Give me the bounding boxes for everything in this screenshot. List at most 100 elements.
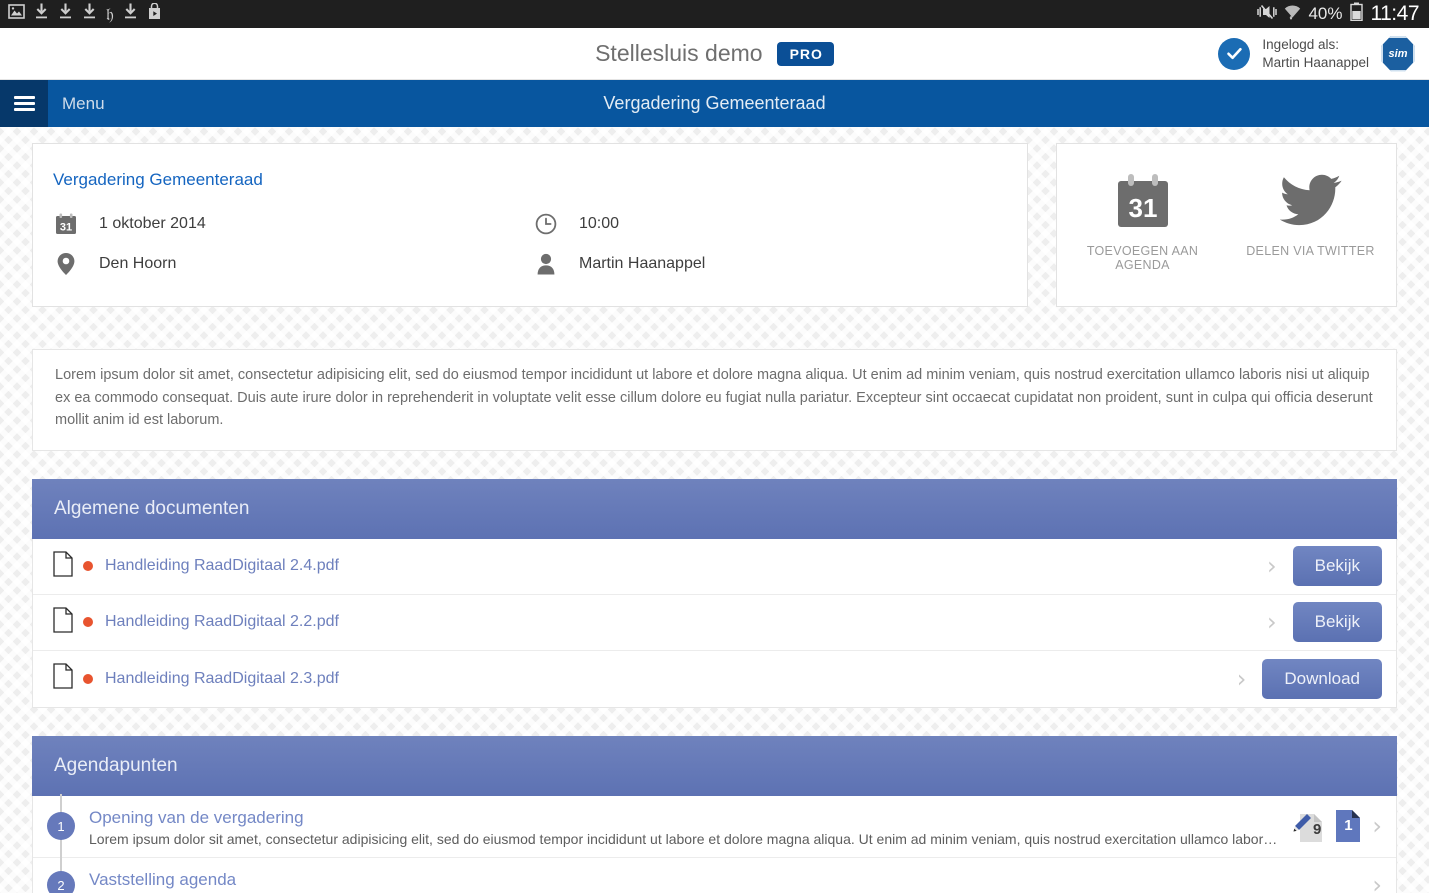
document-row-actions: › Download [1237,658,1382,699]
meeting-time-row: 10:00 [533,204,1013,244]
hamburger-menu-button[interactable] [0,80,48,127]
documents-badge[interactable]: 1 [1332,808,1364,844]
meeting-date-row: 31 1 oktober 2014 [53,204,533,244]
agenda-item-content: Vaststelling agenda [89,868,1366,893]
status-badge [83,673,93,684]
document-row[interactable]: Handleiding RaadDigitaal 2.2.pdf › Bekij… [33,595,1396,651]
twitter-bird-icon [1236,170,1386,232]
agenda-panel: Agendapunten 1 Opening van de vergaderin… [32,735,1397,893]
add-to-agenda-button[interactable]: 31 TOEVOEGEN AAN AGENDA [1068,170,1218,272]
clock-icon [533,213,559,235]
meeting-date-value: 1 oktober 2014 [99,215,206,232]
meeting-details-grid: 31 1 oktober 2014 Den Hoorn 10:00 Martin… [53,204,1027,284]
chevron-right-icon[interactable]: › [1372,873,1382,893]
svg-text:31: 31 [1128,193,1157,223]
status-bar-clock: 11:47 [1370,2,1420,25]
agenda-item-number: 2 [47,871,75,893]
play-store-icon [147,2,162,25]
meeting-location-value: Den Hoorn [99,255,177,272]
login-username: Martin Haanappel [1262,54,1369,70]
status-badge [83,617,93,628]
agenda-item-badges: › [1372,873,1382,893]
vibrate-mute-icon [1257,4,1278,25]
battery-icon [1349,2,1363,26]
status-bar-left-icons: 𝔥 [8,2,162,25]
page-body: Vergadering Gemeenteraad 31 1 oktober 20… [0,127,1429,893]
document-name-link[interactable]: Handleiding RaadDigitaal 2.2.pdf [105,613,339,631]
agenda-timeline-rail: 2 [33,855,89,893]
agenda-item-row[interactable]: 2 Vaststelling agenda › [33,855,1396,893]
meeting-time-value: 10:00 [579,215,620,232]
nav-page-title: Vergadering Gemeenteraad [603,93,826,113]
hamburger-menu-icon [13,93,35,114]
file-document-icon [53,607,83,638]
brand-bar: Stellesluis demo PRO Ingelogd als: Marti… [0,28,1429,80]
brand-center: Stellesluis demo PRO [595,40,834,67]
agenda-item-content: Opening van de vergadering Lorem ipsum d… [89,806,1286,847]
agenda-item-title-link[interactable]: Opening van de vergadering [89,808,1286,828]
agenda-item-number: 1 [47,812,75,841]
document-row[interactable]: Handleiding RaadDigitaal 2.4.pdf › Bekij… [33,539,1396,595]
nytimes-icon: 𝔥 [106,4,114,24]
calendar-31-icon: 31 [53,213,79,235]
location-pin-icon [53,252,79,276]
status-bar-right: 40% 11:47 [1257,2,1419,26]
meeting-details-col-left: 31 1 oktober 2014 Den Hoorn [53,204,533,284]
documents-panel-body: Handleiding RaadDigitaal 2.4.pdf › Bekij… [32,538,1397,708]
agenda-item-title-link[interactable]: Vaststelling agenda [89,870,1366,890]
share-on-twitter-label: DELEN VIA TWITTER [1246,244,1375,258]
agenda-panel-heading: Agendapunten [32,735,1397,796]
description-text: Lorem ipsum dolor sit amet, consectetur … [55,367,1373,429]
document-row[interactable]: Handleiding RaadDigitaal 2.3.pdf › Downl… [33,651,1396,707]
documents-count: 1 [1344,817,1353,835]
status-badge [83,561,93,572]
account-area[interactable]: Ingelogd als: Martin Haanappel sim [1218,28,1415,79]
sim-logo-text: sim [1388,47,1408,60]
download-icon [82,3,97,25]
agenda-item-description: Lorem ipsum dolor sit amet, consectetur … [89,830,1279,847]
document-action-button[interactable]: Download [1262,658,1382,699]
download-icon [58,3,73,25]
meeting-details-col-right: 10:00 Martin Haanappel [533,204,1013,284]
meeting-info-row: Vergadering Gemeenteraad 31 1 oktober 20… [32,143,1397,307]
chevron-right-icon[interactable]: › [1267,610,1277,634]
sim-logo-shape: sim [1381,35,1415,72]
agenda-item-badges: 9 1 › [1292,808,1382,844]
file-document-icon [53,551,83,582]
description-card: Lorem ipsum dolor sit amet, consectetur … [32,349,1397,451]
calendar-31-icon: 31 [1068,170,1218,232]
download-icon [123,3,138,25]
nav-menu-label[interactable]: Menu [62,94,105,114]
chevron-right-icon[interactable]: › [1237,667,1247,691]
meeting-title-link[interactable]: Vergadering Gemeenteraad [53,170,1027,190]
document-action-button[interactable]: Bekijk [1292,602,1382,643]
add-to-agenda-label: TOEVOEGEN AAN AGENDA [1086,244,1199,272]
login-label: Ingelogd als: [1262,36,1339,52]
login-info: Ingelogd als: Martin Haanappel [1262,36,1369,71]
app-title: Stellesluis demo [595,40,763,66]
svg-text:31: 31 [60,222,72,234]
document-row-actions: › Bekijk [1267,546,1382,587]
document-name-link[interactable]: Handleiding RaadDigitaal 2.3.pdf [105,670,339,688]
meeting-location-row: Den Hoorn [53,244,533,284]
pro-badge: PRO [776,41,834,66]
documents-panel: Algemene documenten Handleiding RaadDigi… [32,478,1397,708]
agenda-timeline-rail: 1 [33,793,89,859]
share-on-twitter-button[interactable]: DELEN VIA TWITTER [1236,170,1386,258]
document-action-button[interactable]: Bekijk [1292,546,1382,587]
status-bar: 𝔥 40% 11:47 [0,0,1429,28]
agenda-panel-body: 1 Opening van de vergadering Lorem ipsum… [32,793,1397,893]
sim-logo[interactable]: sim [1381,35,1415,72]
meeting-info-card: Vergadering Gemeenteraad 31 1 oktober 20… [32,143,1028,307]
documents-panel-heading: Algemene documenten [32,478,1397,539]
document-name-link[interactable]: Handleiding RaadDigitaal 2.4.pdf [105,557,339,575]
image-icon [8,4,25,24]
wifi-icon [1284,4,1301,25]
file-document-icon [53,663,83,694]
chevron-right-icon[interactable]: › [1372,814,1382,838]
meeting-person-row: Martin Haanappel [533,244,1013,284]
chevron-right-icon[interactable]: › [1267,554,1277,578]
agenda-item-row[interactable]: 1 Opening van de vergadering Lorem ipsum… [33,793,1396,859]
annotated-documents-badge[interactable]: 9 [1292,808,1324,844]
download-icon [34,3,49,25]
